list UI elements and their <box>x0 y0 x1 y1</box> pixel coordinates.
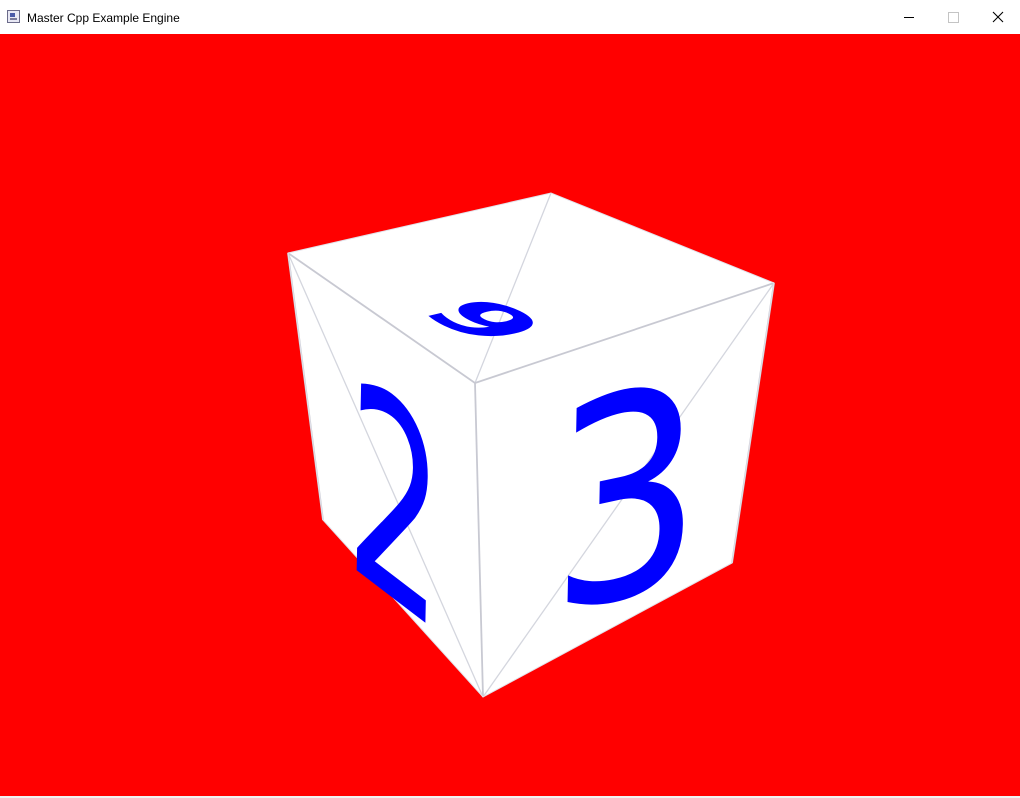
application-window: Master Cpp Example Engine 6 2 3 <box>0 0 1020 798</box>
close-icon <box>992 11 1004 23</box>
title-bar[interactable]: Master Cpp Example Engine <box>0 0 1020 34</box>
window-title: Master Cpp Example Engine <box>27 11 180 25</box>
minimize-button[interactable] <box>885 0 931 34</box>
render-viewport[interactable]: 6 2 3 <box>0 34 1020 796</box>
maximize-button[interactable] <box>930 0 976 34</box>
close-button[interactable] <box>975 0 1020 34</box>
maximize-icon <box>948 12 959 23</box>
minimize-icon <box>904 17 914 18</box>
scene-canvas: 6 2 3 <box>287 192 775 698</box>
front-face-numeral: 3 <box>548 321 706 679</box>
app-icon[interactable] <box>7 10 20 23</box>
